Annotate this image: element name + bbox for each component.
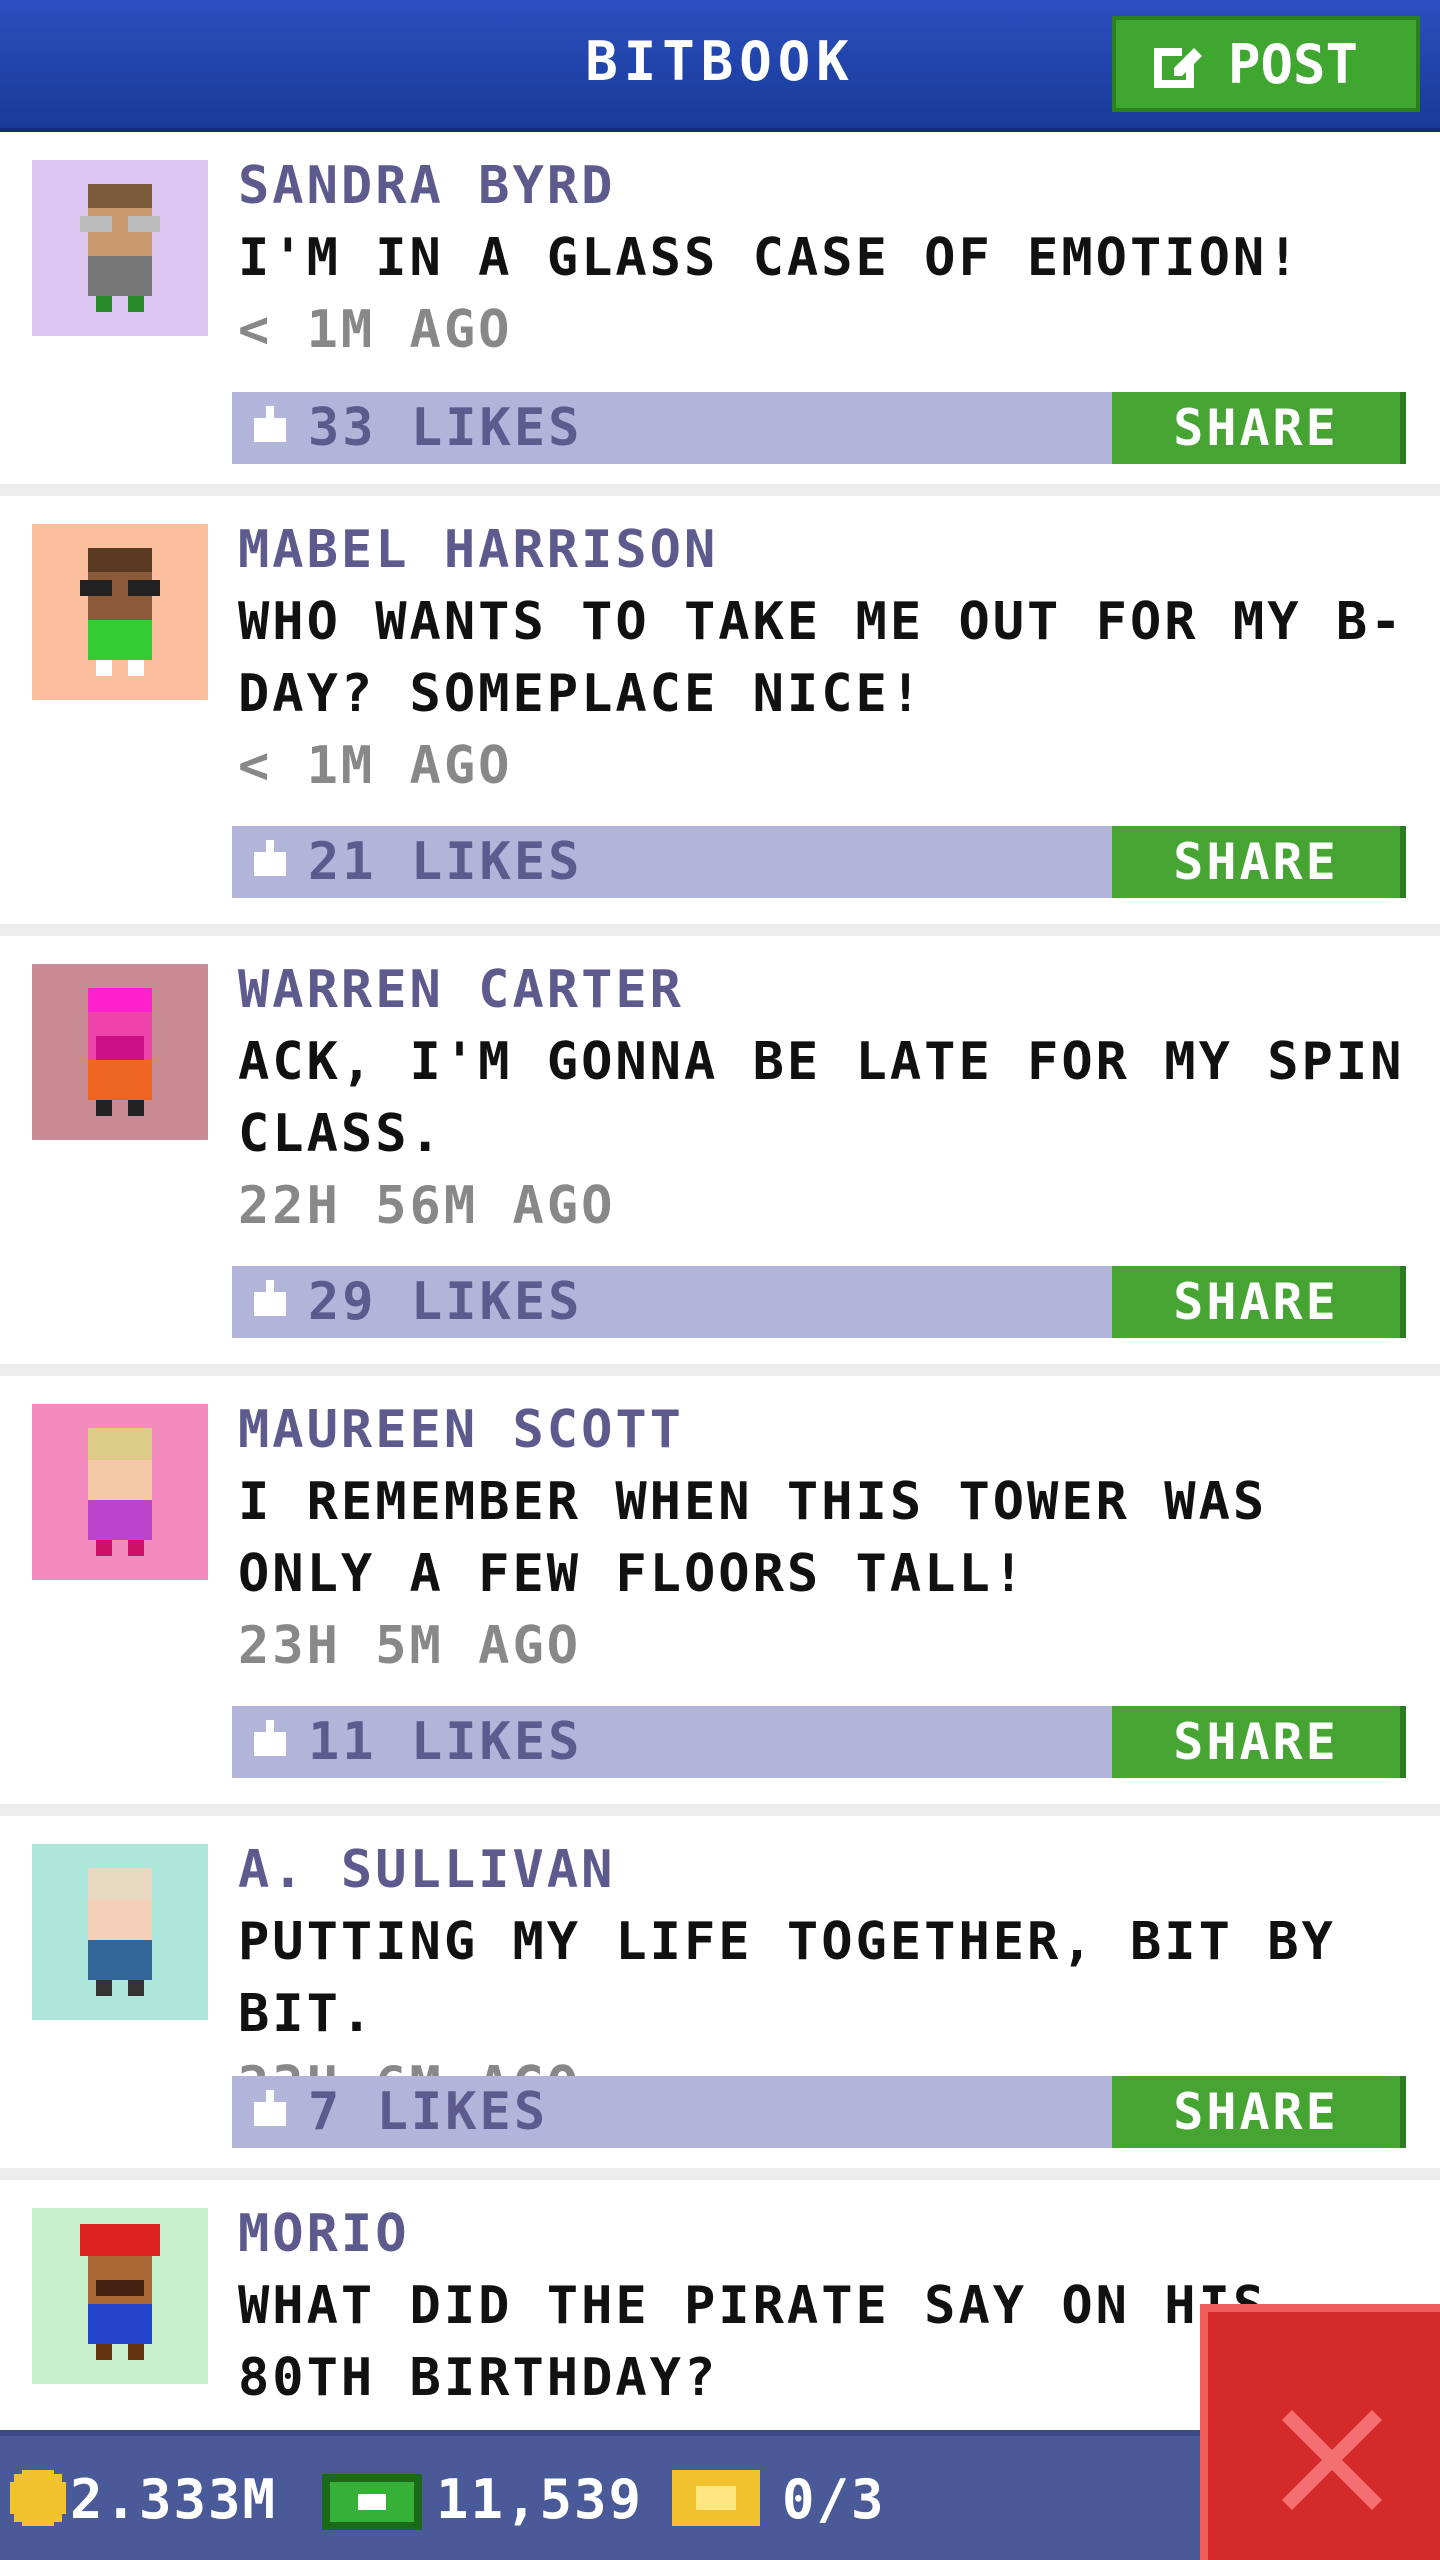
close-icon <box>1282 2410 1382 2510</box>
post-message: PUTTING MY LIFE TOGETHER, BIT BY BIT. <box>238 1912 1336 2044</box>
share-button[interactable]: SHARE <box>1112 1266 1406 1338</box>
likes-count: 7 LIKES <box>308 2082 549 2142</box>
post-author[interactable]: MAUREEN SCOTT <box>238 1394 1420 1466</box>
thumbs-up-icon <box>254 1280 286 1316</box>
share-button[interactable]: SHARE <box>1112 392 1406 464</box>
avatar-character-sprite <box>80 2224 160 2360</box>
avatar <box>32 964 208 1140</box>
post-content: SANDRA BYRD I'M IN A GLASS CASE OF EMOTI… <box>238 150 1420 366</box>
bux-count: 11,539 <box>436 2468 644 2531</box>
likes-bar[interactable]: 11 LIKES SHARE <box>232 1706 1406 1778</box>
likes-count: 29 LIKES <box>308 1272 583 1332</box>
post-author[interactable]: MABEL HARRISON <box>238 514 1420 586</box>
post-button[interactable]: POST <box>1112 16 1420 112</box>
post-timestamp: 22H 56M AGO <box>238 1176 616 1236</box>
likes-bar[interactable]: 29 LIKES SHARE <box>232 1266 1406 1338</box>
post-author[interactable]: MORIO <box>238 2198 1420 2270</box>
post-message: WHO WANTS TO TAKE ME OUT FOR MY B-DAY? S… <box>238 592 1405 724</box>
post-content: WARREN CARTER ACK, I'M GONNA BE LATE FOR… <box>238 954 1420 1242</box>
avatar-character-sprite <box>88 988 152 1116</box>
feed-post: SANDRA BYRD I'M IN A GLASS CASE OF EMOTI… <box>0 132 1440 484</box>
likes-count: 11 LIKES <box>308 1712 583 1772</box>
avatar-character-sprite <box>88 1868 152 1996</box>
coins-count: 2.333M <box>70 2468 278 2531</box>
thumbs-up-icon <box>254 2090 286 2126</box>
coin-icon <box>10 2470 66 2526</box>
likes-bar[interactable]: 21 LIKES SHARE <box>232 826 1406 898</box>
feed-post: MAUREEN SCOTT I REMEMBER WHEN THIS TOWER… <box>0 1376 1440 1804</box>
share-button[interactable]: SHARE <box>1112 1706 1406 1778</box>
likes-count: 33 LIKES <box>308 398 583 458</box>
bux-cash-icon <box>322 2474 422 2530</box>
compose-icon <box>1154 48 1202 88</box>
avatar <box>32 524 208 700</box>
thumbs-up-icon <box>254 1720 286 1756</box>
post-timestamp: < 1M AGO <box>238 300 513 360</box>
close-button[interactable] <box>1200 2304 1440 2560</box>
likes-bar[interactable]: 7 LIKES SHARE <box>232 2076 1406 2148</box>
likes-bar[interactable]: 33 LIKES SHARE <box>232 392 1406 464</box>
avatar-character-sprite <box>80 548 160 676</box>
post-author[interactable]: WARREN CARTER <box>238 954 1420 1026</box>
tickets-count: 0/3 <box>782 2468 886 2531</box>
feed-list[interactable]: SANDRA BYRD I'M IN A GLASS CASE OF EMOTI… <box>0 132 1440 2430</box>
thumbs-up-icon <box>254 840 286 876</box>
avatar <box>32 1404 208 1580</box>
post-timestamp: 23H 5M AGO <box>238 1616 582 1676</box>
thumbs-up-icon <box>254 406 286 442</box>
avatar-character-sprite <box>80 184 160 312</box>
post-message: I'M IN A GLASS CASE OF EMOTION! <box>238 228 1302 288</box>
post-button-label: POST <box>1228 32 1359 96</box>
avatar <box>32 2208 208 2384</box>
app-header: BITBOOK POST <box>0 0 1440 132</box>
post-message: I REMEMBER WHEN THIS TOWER WAS ONLY A FE… <box>238 1472 1268 1604</box>
post-author[interactable]: SANDRA BYRD <box>238 150 1420 222</box>
feed-post: A. SULLIVAN PUTTING MY LIFE TOGETHER, BI… <box>0 1816 1440 2168</box>
share-button[interactable]: SHARE <box>1112 826 1406 898</box>
post-timestamp: < 1M AGO <box>238 736 513 796</box>
post-content: MAUREEN SCOTT I REMEMBER WHEN THIS TOWER… <box>238 1394 1420 1682</box>
post-message: ACK, I'M GONNA BE LATE FOR MY SPIN CLASS… <box>238 1032 1405 1164</box>
avatar <box>32 160 208 336</box>
share-button[interactable]: SHARE <box>1112 2076 1406 2148</box>
likes-count: 21 LIKES <box>308 832 583 892</box>
feed-post: MABEL HARRISON WHO WANTS TO TAKE ME OUT … <box>0 496 1440 924</box>
post-content: MABEL HARRISON WHO WANTS TO TAKE ME OUT … <box>238 514 1420 802</box>
post-author[interactable]: A. SULLIVAN <box>238 1834 1420 1906</box>
ticket-icon <box>672 2470 760 2526</box>
avatar-character-sprite <box>88 1428 152 1556</box>
feed-post: WARREN CARTER ACK, I'M GONNA BE LATE FOR… <box>0 936 1440 1364</box>
avatar <box>32 1844 208 2020</box>
